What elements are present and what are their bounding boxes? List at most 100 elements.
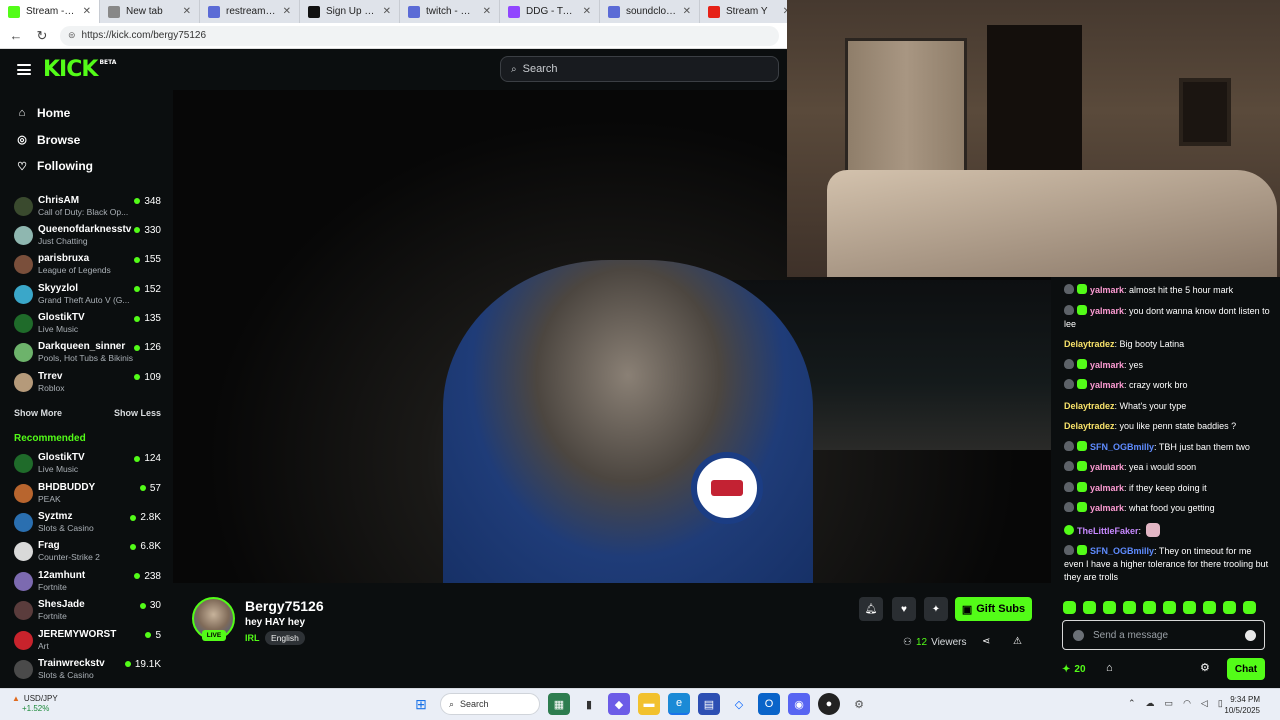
channel-item[interactable]: ChrisAM Call of Duty: Black Op... 348: [0, 194, 173, 223]
browser-tab[interactable]: twitch - Search ✕: [400, 0, 500, 23]
stock-ticker-widget[interactable]: ▲ USD/JPY +1.52%: [12, 694, 58, 714]
chat-username[interactable]: TheLittleFaker: [1077, 526, 1139, 536]
kick-logo[interactable]: KICK BETA: [43, 57, 116, 82]
menu-icon[interactable]: [17, 64, 31, 75]
reload-icon[interactable]: ↻: [34, 28, 50, 44]
channel-item[interactable]: GlostikTV Live Music 135: [0, 311, 173, 340]
chat-input[interactable]: Send a message: [1062, 620, 1265, 650]
emote-icon[interactable]: [1143, 601, 1156, 614]
address-bar[interactable]: ⊜ https://kick.com/bergy75126: [60, 25, 779, 46]
notification-bell-icon[interactable]: 🔔︎: [859, 597, 883, 621]
browser-tab[interactable]: Stream Y✕: [700, 0, 787, 23]
channel-points[interactable]: ✦ 20: [1062, 664, 1086, 675]
emote-icon[interactable]: [1103, 601, 1116, 614]
nav-item-browse[interactable]: ◎ Browse: [0, 127, 173, 154]
browser-tab[interactable]: New tab ✕: [100, 0, 200, 23]
channel-item[interactable]: Skyyzlol Grand Theft Auto V (G... 152: [0, 282, 173, 311]
discord-icon[interactable]: ◉: [788, 693, 810, 715]
file-explorer-icon[interactable]: ▬: [638, 693, 660, 715]
chat-username[interactable]: yalmark: [1090, 483, 1124, 493]
back-icon[interactable]: ←: [8, 28, 24, 43]
settings-icon[interactable]: ⚙: [1200, 661, 1210, 674]
dropbox-icon[interactable]: ◇: [728, 693, 750, 715]
emote-icon[interactable]: [1243, 601, 1256, 614]
wifi-icon[interactable]: ◠: [1183, 698, 1191, 709]
emote-icon[interactable]: [1083, 601, 1096, 614]
channel-item[interactable]: ShesJade Fortnite 30: [0, 598, 173, 627]
browser-tab[interactable]: Sign Up - Restre ✕: [300, 0, 400, 23]
chat-username[interactable]: yalmark: [1090, 306, 1124, 316]
chat-username[interactable]: yalmark: [1090, 285, 1124, 295]
emoji-icon[interactable]: [1245, 630, 1256, 641]
tab-close-icon[interactable]: ✕: [83, 6, 91, 17]
nav-item-following[interactable]: ♡ Following: [0, 153, 173, 180]
streamer-name[interactable]: Bergy75126: [245, 598, 324, 614]
emote-icon[interactable]: [1163, 601, 1176, 614]
tab-close-icon[interactable]: ✕: [483, 6, 491, 17]
chat-send-button[interactable]: Chat: [1227, 658, 1265, 680]
search-input[interactable]: ⌕ Search: [500, 56, 779, 82]
tab-close-icon[interactable]: ✕: [583, 6, 591, 17]
chat-username[interactable]: Delaytradez: [1064, 339, 1115, 349]
channel-item[interactable]: JEREMYWORST Art 5: [0, 628, 173, 657]
channel-item[interactable]: 12amhunt Fortnite 238: [0, 569, 173, 598]
browser-tab[interactable]: Stream - Kick Da ✕: [0, 0, 100, 23]
battery-icon[interactable]: ▯: [1218, 698, 1223, 709]
site-info-icon[interactable]: ⊜: [68, 30, 76, 41]
channel-item[interactable]: GlostikTV Live Music 124: [0, 451, 173, 480]
stream-language-tag[interactable]: English: [265, 631, 305, 645]
settings-app-icon[interactable]: ⚙: [848, 693, 870, 715]
share-icon[interactable]: ⋖: [982, 636, 990, 647]
nav-item-home[interactable]: ⌂ Home: [0, 100, 173, 127]
emote-icon[interactable]: [1063, 601, 1076, 614]
channel-item[interactable]: Syztmz Slots & Casino 2.8K: [0, 510, 173, 539]
stream-category[interactable]: IRL: [245, 633, 260, 643]
emote-icon[interactable]: [1223, 601, 1236, 614]
tab-close-icon[interactable]: ✕: [283, 6, 291, 17]
chat-username[interactable]: yalmark: [1090, 503, 1124, 513]
follow-heart-icon[interactable]: ♥: [892, 597, 916, 621]
report-icon[interactable]: ⚠: [1013, 636, 1022, 647]
tab-close-icon[interactable]: ✕: [183, 6, 191, 17]
browser-tab[interactable]: restream - Search ✕: [200, 0, 300, 23]
task-view-icon[interactable]: ▮: [578, 693, 600, 715]
chat-username[interactable]: Delaytradez: [1064, 401, 1115, 411]
browser-tab[interactable]: soundcloud - Se ✕: [600, 0, 700, 23]
channel-item[interactable]: Frag Counter-Strike 2 6.8K: [0, 539, 173, 568]
emote-icon[interactable]: [1183, 601, 1196, 614]
copilot-icon[interactable]: ◆: [608, 693, 630, 715]
emote-icon[interactable]: [1203, 601, 1216, 614]
store-icon[interactable]: ▤: [698, 693, 720, 715]
channel-item[interactable]: parisbruxa League of Legends 155: [0, 252, 173, 281]
tab-close-icon[interactable]: ✕: [683, 6, 691, 17]
browser-tab[interactable]: DDG - Twitc ✕: [500, 0, 600, 23]
chat-username[interactable]: yalmark: [1090, 380, 1124, 390]
system-clock[interactable]: 9:34 PM 10/5/2025: [1224, 694, 1260, 716]
chat-username[interactable]: yalmark: [1090, 360, 1124, 370]
edge-browser-icon[interactable]: e: [668, 693, 690, 715]
chat-username[interactable]: SFN_OGBmilly: [1090, 442, 1154, 452]
gift-subs-button[interactable]: ▣ Gift Subs: [955, 597, 1032, 621]
chat-username[interactable]: Delaytradez: [1064, 421, 1115, 431]
cloud-icon[interactable]: ☁: [1146, 698, 1155, 709]
chevron-up-icon[interactable]: ⌃: [1128, 698, 1136, 709]
taskbar-search[interactable]: ⌕ Search: [440, 693, 540, 715]
channel-item[interactable]: Trrev Roblox 109: [0, 370, 173, 399]
obs-icon[interactable]: ●: [818, 693, 840, 715]
chat-username[interactable]: yalmark: [1090, 462, 1124, 472]
volume-icon[interactable]: ◁: [1201, 698, 1208, 709]
windows-start-icon[interactable]: ⊞: [410, 693, 432, 715]
show-less-button[interactable]: Show Less: [114, 408, 161, 418]
keyboard-icon[interactable]: ▭: [1165, 698, 1174, 709]
tab-close-icon[interactable]: ✕: [383, 6, 391, 17]
channel-item[interactable]: BHDBUDDY PEAK 57: [0, 481, 173, 510]
shop-icon[interactable]: ⌂: [1106, 662, 1113, 674]
emote-icon[interactable]: [1123, 601, 1136, 614]
channel-item[interactable]: Trainwreckstv Slots & Casino 19.1K: [0, 657, 173, 685]
channel-item[interactable]: Darkqueen_sinner Pools, Hot Tubs & Bikini…: [0, 340, 173, 369]
widgets-icon[interactable]: ▦: [548, 693, 570, 715]
chat-username[interactable]: SFN_OGBmilly: [1090, 546, 1154, 556]
outlook-icon[interactable]: O: [758, 693, 780, 715]
sparkle-icon[interactable]: ✦: [924, 597, 948, 621]
channel-item[interactable]: Queenofdarknesstv Just Chatting 330: [0, 223, 173, 252]
